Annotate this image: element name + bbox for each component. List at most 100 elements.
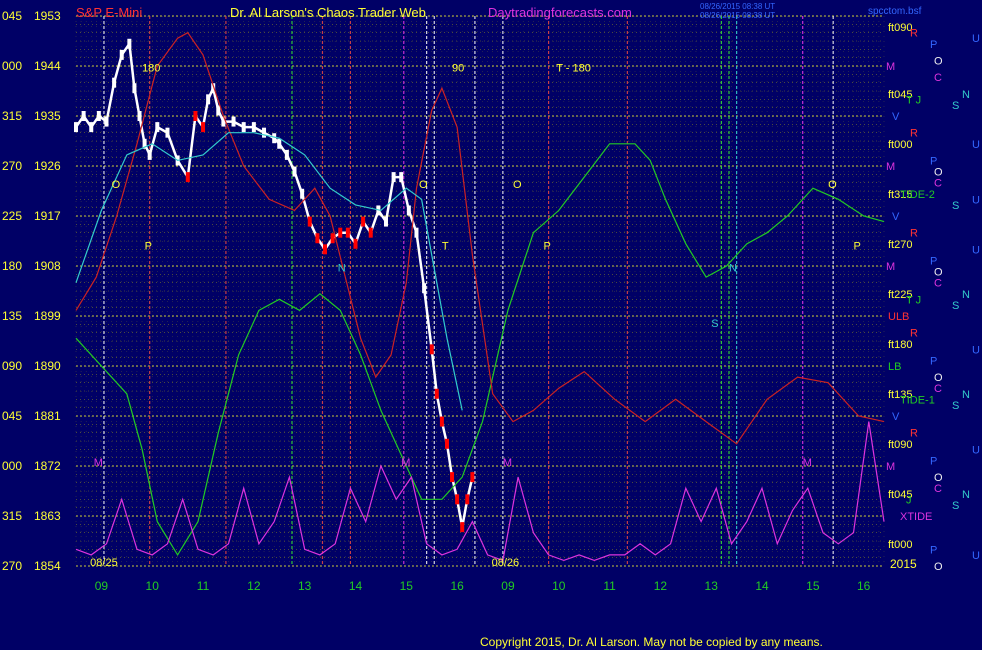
right-column-label: V — [892, 111, 900, 123]
x-tick-label: 16 — [450, 579, 464, 593]
y-price-tick-label: 1917 — [34, 209, 61, 223]
x-tick-label: 09 — [501, 579, 515, 593]
right-column-label: LB — [888, 361, 901, 373]
price-bar — [460, 522, 465, 533]
right-column-label: U — [972, 550, 980, 562]
right-column-label: C — [934, 278, 942, 290]
chart-annotation: M — [94, 457, 103, 469]
right-column-label: T J — [906, 294, 921, 306]
right-column-label: C — [934, 178, 942, 190]
price-bar — [96, 111, 101, 121]
x-tick-label: 12 — [247, 579, 261, 593]
right-column-label: V — [892, 211, 900, 223]
y-price-tick-label: 1935 — [34, 109, 61, 123]
price-bar — [155, 122, 160, 133]
y-price-tick-label: 1881 — [34, 409, 61, 423]
right-column-label: O — [934, 55, 943, 67]
right-column-label: N — [962, 489, 970, 501]
price-bar — [422, 283, 427, 294]
chart-annotation: O — [112, 179, 121, 191]
chart-annotation: N — [338, 263, 346, 275]
price-bar — [399, 172, 404, 183]
right-column-label: N — [962, 289, 970, 301]
price-bar — [81, 111, 86, 121]
y-angle-tick-label: 000 — [2, 459, 22, 473]
x-tick-label: 10 — [146, 579, 160, 593]
right-column-label: C — [934, 383, 942, 395]
price-bar — [434, 388, 439, 399]
right-column-label: C — [934, 483, 942, 495]
price-bar — [338, 227, 343, 238]
chart-annotation: 90 — [452, 63, 464, 75]
price-bar — [353, 238, 358, 249]
right-column-label: P — [930, 544, 937, 556]
y-angle-tick-label: 135 — [2, 309, 22, 323]
price-bar — [119, 49, 124, 60]
date-label: 08/25 — [90, 557, 118, 569]
right-column-label: U — [972, 139, 980, 151]
right-column-label: U — [972, 33, 980, 45]
right-column-label: N — [962, 89, 970, 101]
right-column-label: ft000 — [888, 139, 912, 151]
price-bar — [262, 127, 267, 138]
chart-title: Dr. Al Larson's Chaos Trader Web — [230, 5, 426, 20]
price-bar — [330, 233, 335, 244]
right-column-label: TIDE-2 — [900, 189, 935, 201]
chart-annotation: M — [401, 457, 410, 469]
chart-annotation: P — [145, 240, 152, 252]
chart-annotation: O — [828, 179, 837, 191]
chart-annotation: 180 — [142, 63, 160, 75]
price-bar — [439, 416, 444, 427]
right-column-label: P — [930, 39, 937, 51]
price-bar — [251, 122, 256, 133]
y-price-tick-label: 1908 — [34, 259, 61, 273]
price-bar — [231, 116, 236, 127]
price-bar — [391, 172, 396, 183]
price-bar — [361, 216, 366, 227]
x-tick-label: 16 — [857, 579, 871, 593]
price-bar — [315, 233, 320, 244]
y-angle-tick-label: 045 — [2, 409, 22, 423]
series-cycle-red — [75, 31, 885, 445]
chart-annotation: S — [711, 318, 718, 330]
chart-annotation: N — [729, 263, 737, 275]
date-label: 08/26 — [492, 557, 520, 569]
right-column-label: M — [886, 461, 895, 473]
price-chart: 180 90 T - 180OPOTOPN NSOPM M M M 270 1854315 18… — [2, 2, 980, 649]
y-angle-tick-label: 315 — [2, 109, 22, 123]
price-bar — [300, 188, 305, 199]
right-column-label: U — [972, 444, 980, 456]
y-angle-tick-label: 045 — [2, 9, 22, 23]
right-column-label: M — [886, 161, 895, 173]
price-bar — [277, 138, 282, 149]
right-column-label: C — [934, 72, 942, 84]
x-tick-label: 12 — [654, 579, 668, 593]
chart-annotation: M — [803, 457, 812, 469]
year-label: 2015 — [890, 557, 917, 571]
file-label: spcctom.bsf — [868, 6, 922, 17]
right-column-label: ft090 — [888, 22, 912, 34]
right-column-label: O — [934, 561, 943, 573]
chart-annotation: T - 180 — [556, 63, 591, 75]
price-bar — [368, 227, 373, 238]
right-column-label: ULB — [888, 311, 909, 323]
right-column-label: N — [962, 389, 970, 401]
right-column-label: T J — [906, 94, 921, 106]
price-bar — [104, 116, 109, 127]
price-bar — [241, 122, 246, 133]
y-price-tick-label: 1899 — [34, 309, 61, 323]
x-tick-label: 13 — [298, 579, 312, 593]
y-angle-tick-label: 270 — [2, 559, 22, 573]
price-bar — [193, 111, 198, 121]
price-bar — [112, 77, 117, 88]
y-angle-tick-label: 000 — [2, 59, 22, 73]
price-bar — [74, 122, 78, 133]
y-price-tick-label: 1863 — [34, 509, 61, 523]
price-bar — [147, 149, 152, 160]
y-price-tick-label: 1953 — [34, 9, 61, 23]
right-column-label: S — [952, 200, 959, 212]
right-column-label: V — [892, 411, 900, 423]
right-column-label: U — [972, 244, 980, 256]
price-bar — [307, 216, 312, 227]
price-bar — [414, 227, 419, 238]
